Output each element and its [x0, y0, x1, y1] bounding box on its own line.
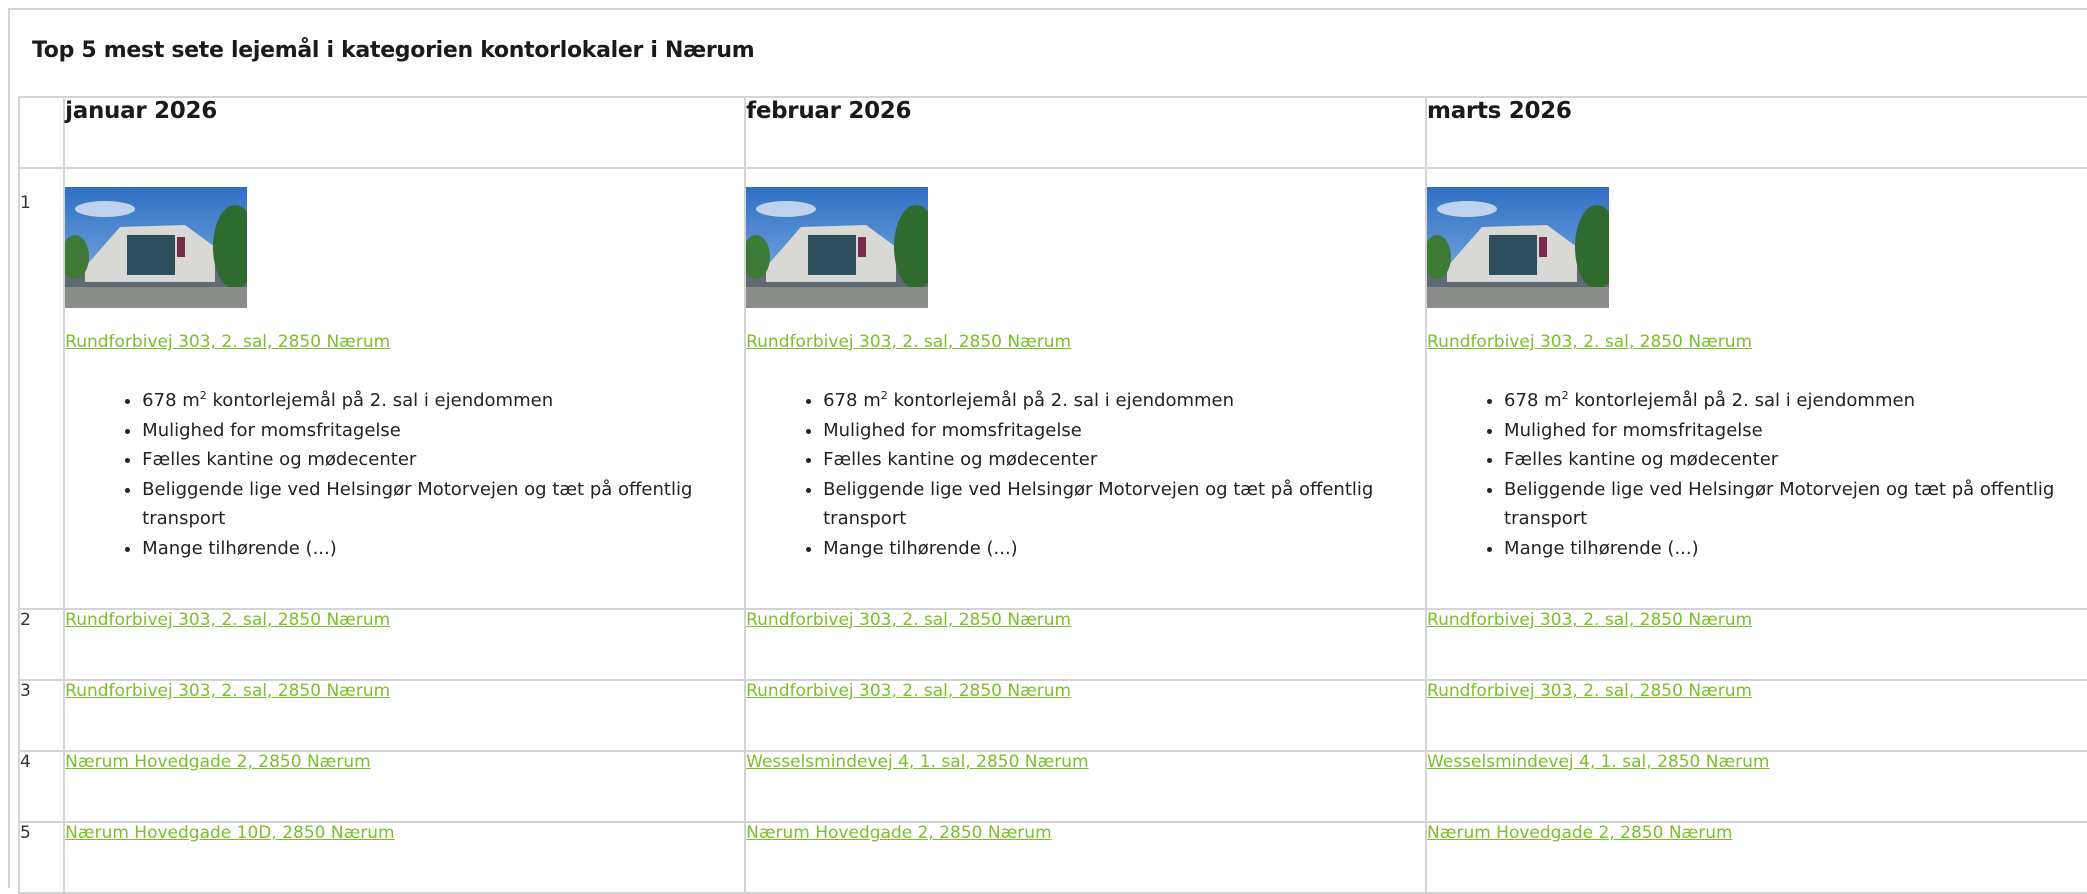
rank-number: 2 [17, 608, 66, 681]
table-row: 2 Rundforbivej 303, 2. sal, 2850 Nærum R… [17, 608, 2087, 681]
list-item: Fælles kantine og mødecenter [823, 445, 1383, 475]
list-item: Mange tilhørende (...) [823, 534, 1383, 564]
rank-number: 4 [17, 750, 66, 823]
top5-panel: Top 5 mest sete lejemål i kategorien kon… [8, 8, 2087, 894]
listing-link[interactable]: Rundforbivej 303, 2. sal, 2850 Nærum [1427, 681, 1752, 701]
list-item: 678 m2 kontorlejemål på 2. sal i ejendom… [142, 386, 702, 416]
listing-link[interactable]: Rundforbivej 303, 2. sal, 2850 Nærum [746, 332, 1071, 352]
list-item: 678 m2 kontorlejemål på 2. sal i ejendom… [823, 386, 1383, 416]
table-row: 1 Rundforbivej 303, 2. sal, 2850 Nærum •… [17, 167, 2087, 610]
listing-cell: Nærum Hovedgade 2, 2850 Nærum [744, 821, 1428, 894]
top5-table: januar 2026 februar 2026 marts 2026 1 Ru… [17, 96, 2087, 894]
listing-card-january: Rundforbivej 303, 2. sal, 2850 Nærum 678… [63, 167, 747, 610]
rank-number: 1 [17, 167, 66, 610]
listing-cell: Rundforbivej 303, 2. sal, 2850 Nærum [1425, 679, 2087, 752]
rank-number: 3 [17, 679, 66, 752]
table-row: 3 Rundforbivej 303, 2. sal, 2850 Nærum R… [17, 679, 2087, 752]
listing-cell: Rundforbivej 303, 2. sal, 2850 Nærum [744, 608, 1428, 681]
listing-cell: Rundforbivej 303, 2. sal, 2850 Nærum [63, 608, 747, 681]
office-building-photo[interactable] [1427, 187, 1610, 308]
list-item: Mulighed for momsfritagelse [1504, 416, 2064, 446]
table-row: 5 Nærum Hovedgade 10D, 2850 Nærum Nærum … [17, 821, 2087, 894]
list-item: Mange tilhørende (...) [142, 534, 702, 564]
listing-link[interactable]: Rundforbivej 303, 2. sal, 2850 Nærum [1427, 610, 1752, 630]
list-item: Beliggende lige ved Helsingør Motorvejen… [1504, 475, 2064, 534]
listing-cell: Rundforbivej 303, 2. sal, 2850 Nærum [1425, 608, 2087, 681]
listing-link[interactable]: Rundforbivej 303, 2. sal, 2850 Nærum [1427, 332, 1752, 352]
rank-header [17, 96, 66, 169]
list-item: Mulighed for momsfritagelse [142, 416, 702, 446]
month-header-january: januar 2026 [63, 96, 747, 169]
list-item: Beliggende lige ved Helsingør Motorvejen… [823, 475, 1383, 534]
listing-cell: Rundforbivej 303, 2. sal, 2850 Nærum [63, 679, 747, 752]
listing-link[interactable]: Rundforbivej 303, 2. sal, 2850 Nærum [65, 332, 390, 352]
listing-cell: Wesselsmindevej 4, 1. sal, 2850 Nærum [1425, 750, 2087, 823]
list-item: 678 m2 kontorlejemål på 2. sal i ejendom… [1504, 386, 2064, 416]
listing-cell: Rundforbivej 303, 2. sal, 2850 Nærum [744, 679, 1428, 752]
list-item: Mulighed for momsfritagelse [823, 416, 1383, 446]
panel-title: Top 5 mest sete lejemål i kategorien kon… [32, 38, 755, 63]
month-header-march: marts 2026 [1425, 96, 2087, 169]
list-item: Beliggende lige ved Helsingør Motorvejen… [142, 475, 702, 534]
office-building-photo[interactable] [65, 187, 248, 308]
month-header-february: februar 2026 [744, 96, 1428, 169]
listing-bullets: 678 m2 kontorlejemål på 2. sal i ejendom… [746, 386, 1383, 563]
listing-link[interactable]: Nærum Hovedgade 2, 2850 Nærum [65, 752, 371, 772]
listing-bullets: 678 m2 kontorlejemål på 2. sal i ejendom… [65, 386, 702, 563]
listing-cell: Nærum Hovedgade 2, 2850 Nærum [1425, 821, 2087, 894]
rank-number: 5 [17, 821, 66, 894]
office-building-photo[interactable] [746, 187, 929, 308]
listing-link[interactable]: Rundforbivej 303, 2. sal, 2850 Nærum [746, 610, 1071, 630]
listing-bullets: 678 m2 kontorlejemål på 2. sal i ejendom… [1427, 386, 2064, 563]
listing-link[interactable]: Nærum Hovedgade 2, 2850 Nærum [1427, 823, 1733, 843]
listing-link[interactable]: Wesselsmindevej 4, 1. sal, 2850 Nærum [746, 752, 1088, 772]
listing-link[interactable]: Rundforbivej 303, 2. sal, 2850 Nærum [65, 681, 390, 701]
listing-cell: Nærum Hovedgade 10D, 2850 Nærum [63, 821, 747, 894]
listing-link[interactable]: Wesselsmindevej 4, 1. sal, 2850 Nærum [1427, 752, 1769, 772]
list-item: Fælles kantine og mødecenter [142, 445, 702, 475]
listing-cell: Wesselsmindevej 4, 1. sal, 2850 Nærum [744, 750, 1428, 823]
listing-link[interactable]: Nærum Hovedgade 2, 2850 Nærum [746, 823, 1052, 843]
listing-card-march: Rundforbivej 303, 2. sal, 2850 Nærum 678… [1425, 167, 2087, 610]
listing-card-february: Rundforbivej 303, 2. sal, 2850 Nærum 678… [744, 167, 1428, 610]
listing-cell: Nærum Hovedgade 2, 2850 Nærum [63, 750, 747, 823]
list-item: Mange tilhørende (...) [1504, 534, 2064, 564]
table-header-row: januar 2026 februar 2026 marts 2026 [17, 96, 2087, 169]
listing-link[interactable]: Nærum Hovedgade 10D, 2850 Nærum [65, 823, 394, 843]
listing-link[interactable]: Rundforbivej 303, 2. sal, 2850 Nærum [65, 610, 390, 630]
list-item: Fælles kantine og mødecenter [1504, 445, 2064, 475]
table-row: 4 Nærum Hovedgade 2, 2850 Nærum Wesselsm… [17, 750, 2087, 823]
listing-link[interactable]: Rundforbivej 303, 2. sal, 2850 Nærum [746, 681, 1071, 701]
